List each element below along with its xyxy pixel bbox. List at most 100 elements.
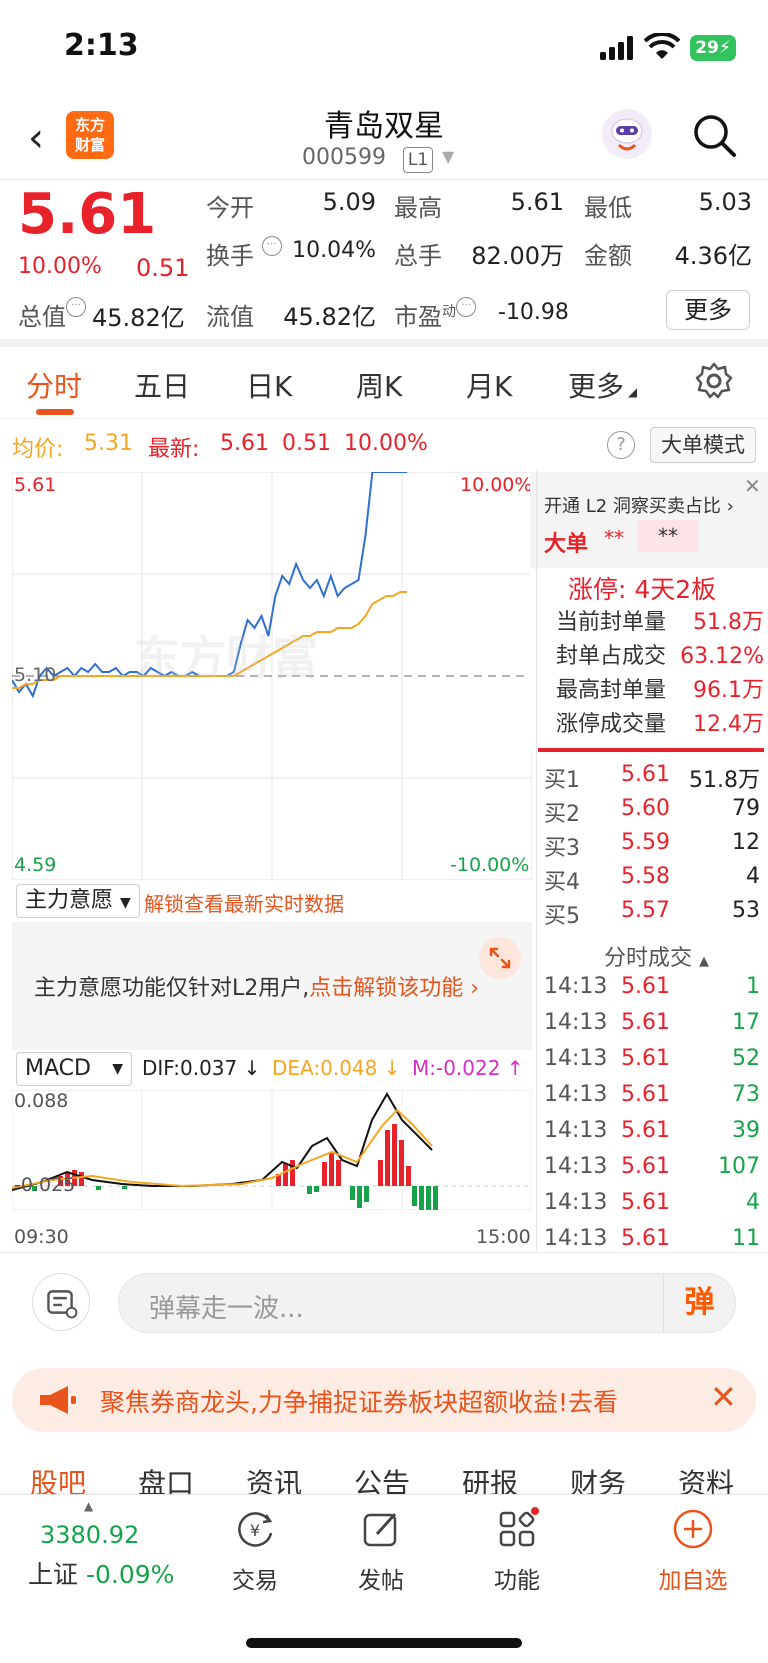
chevron-down-icon[interactable]: ▼ [442, 147, 454, 166]
stock-code[interactable]: 000599 [302, 145, 386, 170]
open-value: 5.09 [322, 188, 376, 216]
order-book-row[interactable]: 买3 5.59 12 [544, 830, 760, 864]
y-axis-bottom-label: 4.59 [14, 854, 57, 876]
tab-more[interactable]: 更多 ◢ [568, 365, 637, 405]
change-amount: 0.51 [136, 254, 190, 282]
big-order-mode-button[interactable]: 大单模式 [650, 427, 756, 463]
macd-section[interactable]: MACD ▼ DIF:0.037 ↓ DEA:0.048 ↓ M:-0.022 … [12, 1052, 532, 1252]
index-summary[interactable]: 上证 -0.09% [28, 1555, 174, 1591]
tab-weekly-k[interactable]: 周K [356, 365, 402, 405]
status-time: 2:13 [64, 28, 139, 63]
comment-bar: 弹幕走一波... 弹 [0, 1252, 768, 1352]
wifi-icon [644, 33, 680, 59]
order-book-row[interactable]: 买1 5.61 51.8万 [544, 762, 760, 796]
tab-announcement[interactable]: 公告 [354, 1462, 410, 1496]
function-button[interactable]: 功能 [462, 1507, 572, 1595]
intraday-chart[interactable]: 5.61 5.10 4.59 10.00% -10.00% 东方财富 [11, 471, 533, 881]
unlock-feature-link[interactable]: 点击解锁该功能 [309, 976, 463, 1001]
order-book-row[interactable]: 买4 5.58 4 [544, 864, 760, 898]
yuan-cycle-icon: ¥ [238, 1512, 273, 1547]
macd-y-top: 0.088 [14, 1090, 69, 1112]
main-intent-dropdown[interactable]: 主力意愿 ▼ [16, 884, 140, 918]
time-axis-end: 15:00 [476, 1226, 531, 1248]
tab-profile[interactable]: 资料 [678, 1462, 734, 1496]
tab-finance[interactable]: 财务 [570, 1462, 626, 1496]
danmu-placeholder: 弹幕走一波... [149, 1294, 304, 1324]
tab-monthly-k[interactable]: 月K [466, 365, 512, 405]
level-badge[interactable]: L1 [403, 147, 433, 173]
cellular-signal-icon [600, 36, 633, 60]
active-tab-indicator [36, 409, 74, 415]
watermark: 东方财富 [134, 631, 318, 685]
search-icon[interactable] [690, 111, 738, 159]
quote-panel: 5.61 10.00% 0.51 今开 5.09 最高 5.61 最低 5.03… [0, 182, 768, 347]
robot-assistant-icon[interactable] [602, 109, 652, 159]
y-axis-top-label: 5.61 [14, 474, 57, 496]
order-book-row[interactable]: 买2 5.60 79 [544, 796, 760, 830]
volume-label: 总手 [394, 242, 442, 270]
help-icon[interactable]: ? [607, 431, 635, 459]
promo-banner[interactable]: 聚焦券商龙头,力争捕捉证券板块超额收益!去看 ✕ [12, 1368, 756, 1432]
battery-icon: 29⚡ [690, 35, 736, 61]
limit-up-title: 涨停: 4天2板 [568, 575, 717, 604]
info-dots-icon[interactable]: ··· [456, 297, 476, 317]
danmu-input[interactable]: 弹幕走一波... 弹 [118, 1273, 736, 1333]
function-label: 功能 [494, 1568, 540, 1594]
gear-icon[interactable] [694, 361, 734, 401]
bottom-bar: ▲ 3380.92 上证 -0.09% ¥ 交易 发帖 功能 加自选 [0, 1494, 768, 1663]
add-watchlist-button[interactable]: 加自选 [638, 1507, 748, 1595]
tab-handicap[interactable]: 盘口 [138, 1462, 194, 1496]
tab-forum[interactable]: 股吧 [30, 1462, 86, 1496]
trade-row: 14:13 5.61 4 [544, 1190, 760, 1215]
danmu-toggle-button[interactable]: 弹 [663, 1274, 735, 1332]
macd-dif: DIF:0.037 ↓ [142, 1056, 261, 1080]
close-icon[interactable]: ✕ [744, 474, 761, 498]
pe-value: -10.98 [498, 300, 569, 325]
time-axis-start: 09:30 [14, 1226, 69, 1248]
tab-news[interactable]: 资讯 [246, 1462, 302, 1496]
y-axis-mid-label: 5.10 [14, 664, 57, 686]
post-label: 发帖 [358, 1568, 404, 1594]
danmu-settings-icon[interactable] [32, 1273, 90, 1331]
masked-value-box: ** [638, 520, 698, 552]
info-dots-icon[interactable]: ··· [261, 236, 282, 256]
info-dots-icon[interactable]: ··· [66, 297, 86, 317]
close-icon[interactable]: ✕ [710, 1378, 737, 1416]
svg-text:¥: ¥ [250, 1521, 260, 1540]
trade-row: 14:13 5.61 17 [544, 1010, 760, 1035]
trades-title[interactable]: 分时成交 ▲ [604, 940, 709, 972]
trade-row: 14:13 5.61 1 [544, 974, 760, 999]
avg-value: 5.31 [84, 431, 133, 456]
limit-row: 当前封单量 51.8万 [556, 610, 764, 635]
latest-label: 最新: [148, 437, 200, 462]
trade-row: 14:13 5.61 52 [544, 1046, 760, 1071]
l2-promo-box[interactable]: 开通 L2 洞察买卖占比 › ✕ 大单 ** ** [530, 472, 768, 568]
trade-button[interactable]: ¥ 交易 [200, 1507, 310, 1595]
home-indicator [246, 1638, 522, 1648]
macd-dropdown[interactable]: MACD ▼ [16, 1052, 132, 1086]
unlock-link[interactable]: 解锁查看最新实时数据 [144, 888, 344, 917]
chevron-up-icon[interactable]: ▲ [84, 1499, 93, 1513]
turnover-label: 换手 ··· [206, 236, 282, 271]
low-label: 最低 [584, 194, 632, 222]
latest-pct: 10.00% [344, 431, 428, 456]
index-value[interactable]: 3380.92 [40, 1521, 139, 1549]
more-button[interactable]: 更多 [666, 290, 750, 330]
tab-research[interactable]: 研报 [462, 1462, 518, 1496]
amount-label: 金额 [584, 242, 632, 270]
tab-daily-k[interactable]: 日K [246, 365, 292, 405]
order-book-row[interactable]: 买5 5.57 53 [544, 898, 760, 932]
trades-list[interactable]: 14:13 5.61 1 14:13 5.61 17 14:13 5.61 52 14:13… [544, 974, 760, 1250]
expand-icon[interactable] [478, 936, 522, 980]
intent-notice: 主力意愿功能仅针对L2用户,点击解锁该功能 › [34, 976, 480, 1001]
stock-name: 青岛双星 [324, 109, 444, 144]
l2-promo-text: 开通 L2 洞察买卖占比 › [544, 496, 734, 517]
tab-intraday[interactable]: 分时 [26, 365, 82, 405]
latest-change: 0.51 [282, 431, 331, 456]
chart-tabs: 分时 五日 日K 周K 月K 更多 ◢ [0, 347, 768, 419]
macd-dea: DEA:0.048 ↓ [272, 1056, 401, 1080]
high-label: 最高 [394, 194, 442, 222]
current-price: 5.61 [18, 182, 157, 247]
post-button[interactable]: 发帖 [326, 1507, 436, 1595]
tab-five-day[interactable]: 五日 [134, 365, 190, 405]
